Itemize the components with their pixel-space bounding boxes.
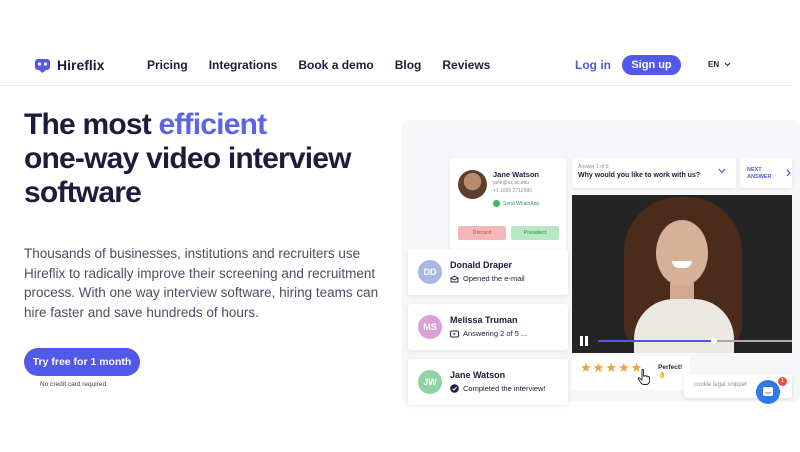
star-rating[interactable]: ★ ★ ★ ★ ★: [580, 361, 642, 375]
pause-icon[interactable]: [579, 336, 589, 346]
candidate-card[interactable]: DD Donald Draper Opened the e-mail: [408, 249, 568, 295]
chevron-right-icon: [786, 169, 791, 177]
avatar: DD: [418, 260, 442, 284]
avatar: JW: [418, 370, 442, 394]
nav-link-reviews[interactable]: Reviews: [442, 58, 490, 72]
chat-badge: 1: [778, 377, 787, 386]
question-selector[interactable]: Answer 1 of 5 Why would you like to work…: [572, 158, 736, 188]
language-selector[interactable]: EN: [708, 60, 731, 69]
nav-link-book-demo[interactable]: Book a demo: [298, 58, 373, 72]
hero-title-prefix: The most: [24, 108, 159, 141]
interview-video[interactable]: [572, 195, 792, 353]
hero-title: The most efficient one-way video intervi…: [24, 108, 404, 210]
candidate-name: Melissa Truman: [450, 315, 518, 325]
profile-name: Jane Watson: [493, 170, 539, 179]
hand-cursor-icon: [637, 369, 650, 385]
signup-button[interactable]: Sign up: [622, 55, 681, 75]
avatar: MS: [418, 315, 442, 339]
cookie-text: cookie legal snippet: [694, 382, 747, 388]
nav-links: Pricing Integrations Book a demo Blog Re…: [147, 58, 511, 72]
hero-title-line3: software: [24, 176, 142, 209]
whatsapp-label: Send WhatsApp: [503, 200, 540, 207]
nav-link-pricing[interactable]: Pricing: [147, 58, 188, 72]
chevron-down-icon: [718, 168, 726, 174]
profile-phone: +1 1665 2712996: [493, 188, 533, 194]
candidate-profile-card: Jane Watson jane@ox.ac.edu +1 1665 27129…: [450, 158, 566, 252]
star-icon[interactable]: ★: [605, 361, 617, 375]
top-navbar: Hireflix Pricing Integrations Book a dem…: [0, 44, 792, 86]
candidate-status: Opened the e-mail: [450, 274, 525, 283]
candidate-card[interactable]: JW Jane Watson Completed the interview!: [408, 359, 568, 405]
star-icon[interactable]: ★: [580, 361, 592, 375]
star-icon[interactable]: ★: [618, 361, 630, 375]
profile-email: jane@ox.ac.edu: [493, 180, 530, 186]
next-answer-label: NEXT ANSWER: [747, 167, 772, 180]
logo[interactable]: Hireflix: [34, 56, 104, 74]
hero-description: Thousands of businesses, institutions an…: [24, 246, 379, 320]
answer-count: Answer 1 of 5: [578, 164, 609, 170]
check-circle-icon: [450, 384, 459, 393]
try-free-button[interactable]: Try free for 1 month: [24, 348, 140, 376]
envelope-icon: [450, 274, 459, 282]
star-icon[interactable]: ★: [593, 361, 605, 375]
candidate-status-text: Opened the e-mail: [463, 274, 525, 283]
candidate-status-text: Answering 2 of 5 ...: [463, 329, 528, 338]
nav-link-integrations[interactable]: Integrations: [209, 58, 278, 72]
video-progress-bar[interactable]: [598, 338, 792, 344]
whatsapp-icon: [493, 200, 500, 207]
send-whatsapp-link[interactable]: Send WhatsApp: [493, 200, 539, 207]
language-label: EN: [708, 60, 720, 69]
login-link[interactable]: Log in: [575, 58, 611, 72]
video-progress-fill: [598, 340, 715, 342]
nav-link-blog[interactable]: Blog: [395, 58, 422, 72]
candidate-name: Donald Draper: [450, 260, 513, 270]
candidate-name: Jane Watson: [450, 370, 506, 380]
candidate-status: Answering 2 of 5 ...: [450, 329, 527, 338]
rating-card: ★ ★ ★ ★ ★ Perfect! 👌: [572, 356, 690, 390]
hero-title-line2: one-way video interview: [24, 142, 352, 175]
avatar: [458, 170, 487, 199]
question-text: Why would you like to work with us?: [578, 172, 701, 179]
video-body: [634, 299, 734, 353]
candidate-status: Completed the interview!: [450, 384, 546, 393]
chevron-down-icon: [724, 62, 731, 67]
candidate-status-text: Completed the interview!: [463, 384, 546, 393]
preselect-button[interactable]: Preselect: [511, 226, 559, 240]
chat-icon: [763, 387, 773, 396]
hireflix-logo-icon: [35, 58, 50, 73]
cta-note: No credit card required: [40, 381, 107, 388]
hero-title-accent: efficient: [158, 108, 267, 141]
discard-button[interactable]: Discard: [458, 226, 506, 240]
candidate-card[interactable]: MS Melissa Truman Answering 2 of 5 ...: [408, 304, 568, 350]
next-answer-button[interactable]: NEXT ANSWER: [740, 158, 792, 188]
brand-name: Hireflix: [57, 57, 105, 73]
video-icon: [450, 330, 459, 337]
video-face: [656, 220, 708, 286]
chat-button[interactable]: [756, 380, 780, 404]
